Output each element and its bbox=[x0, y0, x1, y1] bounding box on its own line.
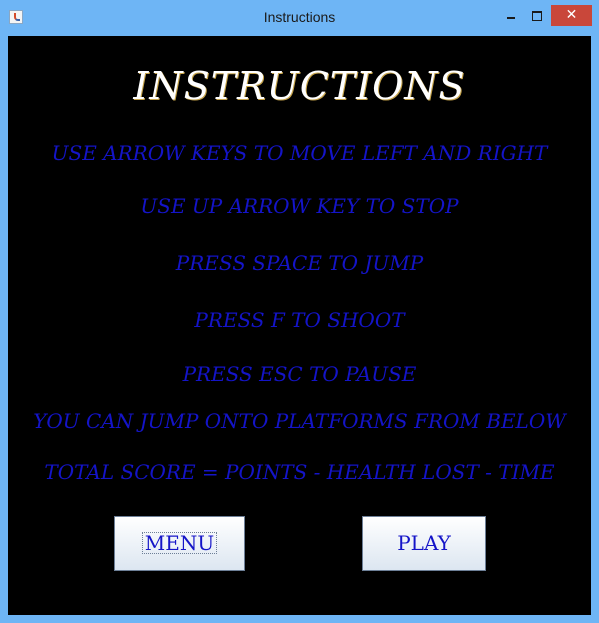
page-title: INSTRUCTIONS bbox=[133, 64, 466, 108]
instruction-platforms: YOU CAN JUMP ONTO PLATFORMS FROM BELOW bbox=[33, 409, 566, 433]
menu-button-label: MENU bbox=[141, 532, 218, 554]
maximize-button[interactable] bbox=[524, 5, 550, 26]
app-window: Instructions ✕ INSTRUCTIONS USE ARROW KE… bbox=[0, 0, 599, 623]
instruction-score: TOTAL SCORE = POINTS - HEALTH LOST - TIM… bbox=[44, 460, 555, 484]
instructions-panel: INSTRUCTIONS USE ARROW KEYS TO MOVE LEFT… bbox=[8, 36, 591, 615]
close-button[interactable]: ✕ bbox=[551, 5, 592, 26]
maximize-icon bbox=[532, 11, 542, 21]
minimize-button[interactable] bbox=[498, 5, 524, 26]
instruction-shoot: PRESS F TO SHOOT bbox=[194, 308, 405, 332]
instruction-stop: USE UP ARROW KEY TO STOP bbox=[140, 194, 459, 218]
play-button-label: PLAY bbox=[397, 531, 451, 555]
title-bar[interactable]: Instructions ✕ bbox=[0, 0, 599, 36]
menu-button[interactable]: MENU bbox=[114, 516, 245, 571]
instruction-pause: PRESS ESC TO PAUSE bbox=[182, 362, 417, 386]
instruction-move: USE ARROW KEYS TO MOVE LEFT AND RIGHT bbox=[51, 141, 548, 165]
instruction-jump: PRESS SPACE TO JUMP bbox=[175, 251, 424, 275]
close-icon: ✕ bbox=[565, 7, 578, 23]
minimize-icon bbox=[507, 17, 515, 19]
play-button[interactable]: PLAY bbox=[362, 516, 486, 571]
